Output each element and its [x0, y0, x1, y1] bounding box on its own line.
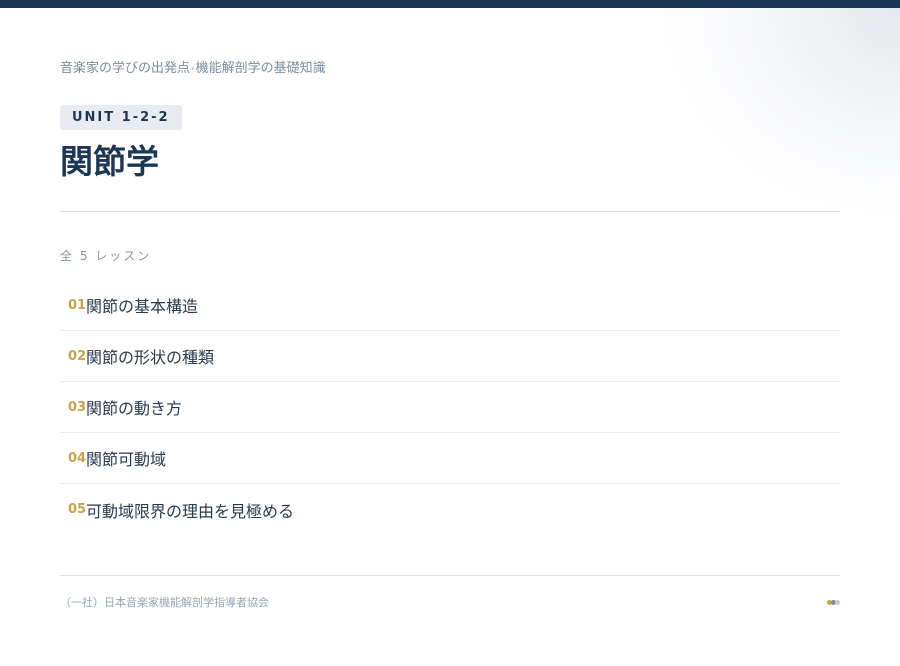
lesson-number: 02	[68, 348, 87, 364]
lesson-item-02[interactable]: 02 関節の形状の種類	[60, 331, 840, 382]
header-divider	[60, 211, 840, 212]
unit-badge: UNIT 1-2-2	[60, 105, 182, 130]
footer-dot	[835, 600, 840, 605]
lesson-item-04[interactable]: 04 関節可動域	[60, 433, 840, 484]
footer-divider	[60, 575, 840, 576]
footer-organization: （一社）日本音楽家機能解剖学指導者協会	[60, 596, 269, 609]
unit-page: 音楽家の学びの出発点›機能解剖学の基礎知識 UNIT 1-2-2 関節学 全 5…	[60, 0, 840, 666]
lesson-number: 01	[68, 297, 87, 313]
breadcrumb-parent[interactable]: 音楽家の学びの出発点	[60, 61, 190, 76]
breadcrumb: 音楽家の学びの出発点›機能解剖学の基礎知識	[60, 60, 326, 79]
lesson-number: 03	[68, 399, 87, 415]
page-title: 関節学	[60, 142, 159, 181]
lesson-title: 関節の動き方	[86, 399, 183, 418]
lesson-title: 関節の形状の種類	[86, 348, 215, 367]
breadcrumb-separator-icon: ›	[191, 64, 195, 74]
footer-dots-icon	[827, 600, 840, 606]
lesson-title: 関節の基本構造	[86, 297, 199, 316]
lesson-count: 全 5 レッスン	[60, 249, 152, 263]
lesson-title: 関節可動域	[86, 450, 167, 469]
lesson-list: 01 関節の基本構造 02 関節の形状の種類 03 関節の動き方 04 関節可動…	[60, 280, 840, 535]
lesson-item-05[interactable]: 05 可動域限界の理由を見極める	[60, 484, 840, 535]
lesson-item-03[interactable]: 03 関節の動き方	[60, 382, 840, 433]
breadcrumb-current[interactable]: 機能解剖学の基礎知識	[196, 61, 326, 76]
lesson-title: 可動域限界の理由を見極める	[86, 501, 295, 521]
lesson-item-01[interactable]: 01 関節の基本構造	[60, 280, 840, 331]
lesson-number: 05	[68, 502, 87, 517]
lesson-number: 04	[68, 450, 87, 466]
